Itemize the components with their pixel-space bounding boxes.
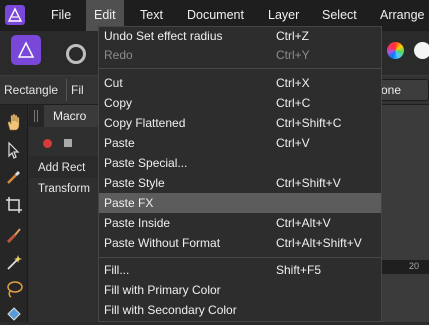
menu-item-paste-special-label: Paste Special... (104, 156, 188, 170)
menu-item-paste-inside-shortcut: Ctrl+Alt+V (276, 216, 331, 230)
macro-step-transform[interactable]: Transform (38, 183, 90, 195)
menu-item-copy-label: Copy (104, 96, 133, 110)
context-separator (66, 79, 67, 101)
hand-tool-icon[interactable] (4, 112, 24, 132)
pixel-persona-icon[interactable] (66, 44, 86, 64)
menu-item-copy-flattened-shortcut: Ctrl+Shift+C (276, 116, 342, 130)
menu-item-cut[interactable] (99, 73, 381, 93)
brush-icon[interactable] (4, 225, 24, 245)
menu-item-paste-without-format-shortcut: Ctrl+Alt+Shift+V (276, 236, 362, 250)
tab-macro-label: Macro (53, 109, 87, 123)
menu-item-copy-flattened-label: Copy Flattened (104, 116, 186, 130)
menu-item-fill-primary-label: Fill with Primary Color (104, 283, 221, 297)
menu-item-paste-style-label: Paste Style (104, 176, 165, 190)
menu-item-undo-label: Undo Set effect radius (104, 29, 223, 43)
menu-item-redo-shortcut: Ctrl+Y (276, 48, 310, 62)
menu-arrange[interactable]: Arrange (380, 0, 424, 31)
menu-separator (99, 68, 381, 69)
menu-item-paste-style-shortcut: Ctrl+Shift+V (276, 176, 341, 190)
menu-item-paste-shortcut: Ctrl+V (276, 136, 310, 150)
panel-grip-handle[interactable] (34, 110, 40, 122)
menu-item-fill-label: Fill... (104, 263, 130, 277)
menu-item-paste-fx-label: Paste FX (104, 196, 154, 210)
fill-bucket-icon[interactable] (4, 305, 24, 325)
macro-step-add-rect[interactable]: Add Rect (38, 162, 85, 174)
designer-persona-glyph (17, 41, 35, 58)
menu-item-paste-label: Paste (104, 136, 135, 150)
crop-icon[interactable] (4, 195, 24, 215)
color-swatch-white[interactable] (414, 42, 429, 59)
ruler-label: 20 (409, 261, 420, 271)
affinity-designer-logo[interactable] (5, 5, 25, 25)
menu-item-cut-shortcut: Ctrl+X (276, 76, 310, 90)
menu-item-redo-label: Redo (104, 48, 133, 62)
menu-item-fill-secondary-label: Fill with Secondary Color (104, 303, 237, 317)
menu-file[interactable]: File (51, 0, 71, 31)
menu-item-cut-label: Cut (104, 76, 123, 90)
none-button-label: one (381, 83, 402, 97)
menu-item-fill-shortcut: Shift+F5 (276, 263, 322, 277)
magic-wand-icon[interactable] (4, 252, 24, 272)
tool-name-label: Rectangle (4, 83, 59, 97)
designer-persona-icon[interactable] (11, 35, 41, 65)
menu-item-paste[interactable] (99, 133, 381, 153)
stop-button[interactable] (64, 139, 72, 147)
move-tool-icon[interactable] (4, 140, 24, 160)
color-wheel-icon[interactable] (387, 42, 404, 59)
fill-label[interactable]: Fil (71, 83, 84, 97)
lasso-icon[interactable] (4, 279, 24, 299)
menu-separator (99, 257, 381, 258)
record-button[interactable] (43, 139, 52, 148)
menu-item-fill[interactable] (99, 260, 381, 280)
menu-item-paste-without-format-label: Paste Without Format (104, 236, 221, 250)
menu-item-copy-shortcut: Ctrl+C (276, 96, 311, 110)
ruler (382, 260, 429, 274)
menu-item-undo-shortcut: Ctrl+Z (276, 29, 309, 43)
eyedropper-icon[interactable] (4, 167, 24, 187)
menu-item-paste-inside-label: Paste Inside (104, 216, 171, 230)
menu-item-redo (99, 46, 381, 66)
menu-item-copy[interactable] (99, 93, 381, 113)
canvas-area[interactable] (382, 105, 429, 322)
macro-panel (29, 105, 99, 322)
